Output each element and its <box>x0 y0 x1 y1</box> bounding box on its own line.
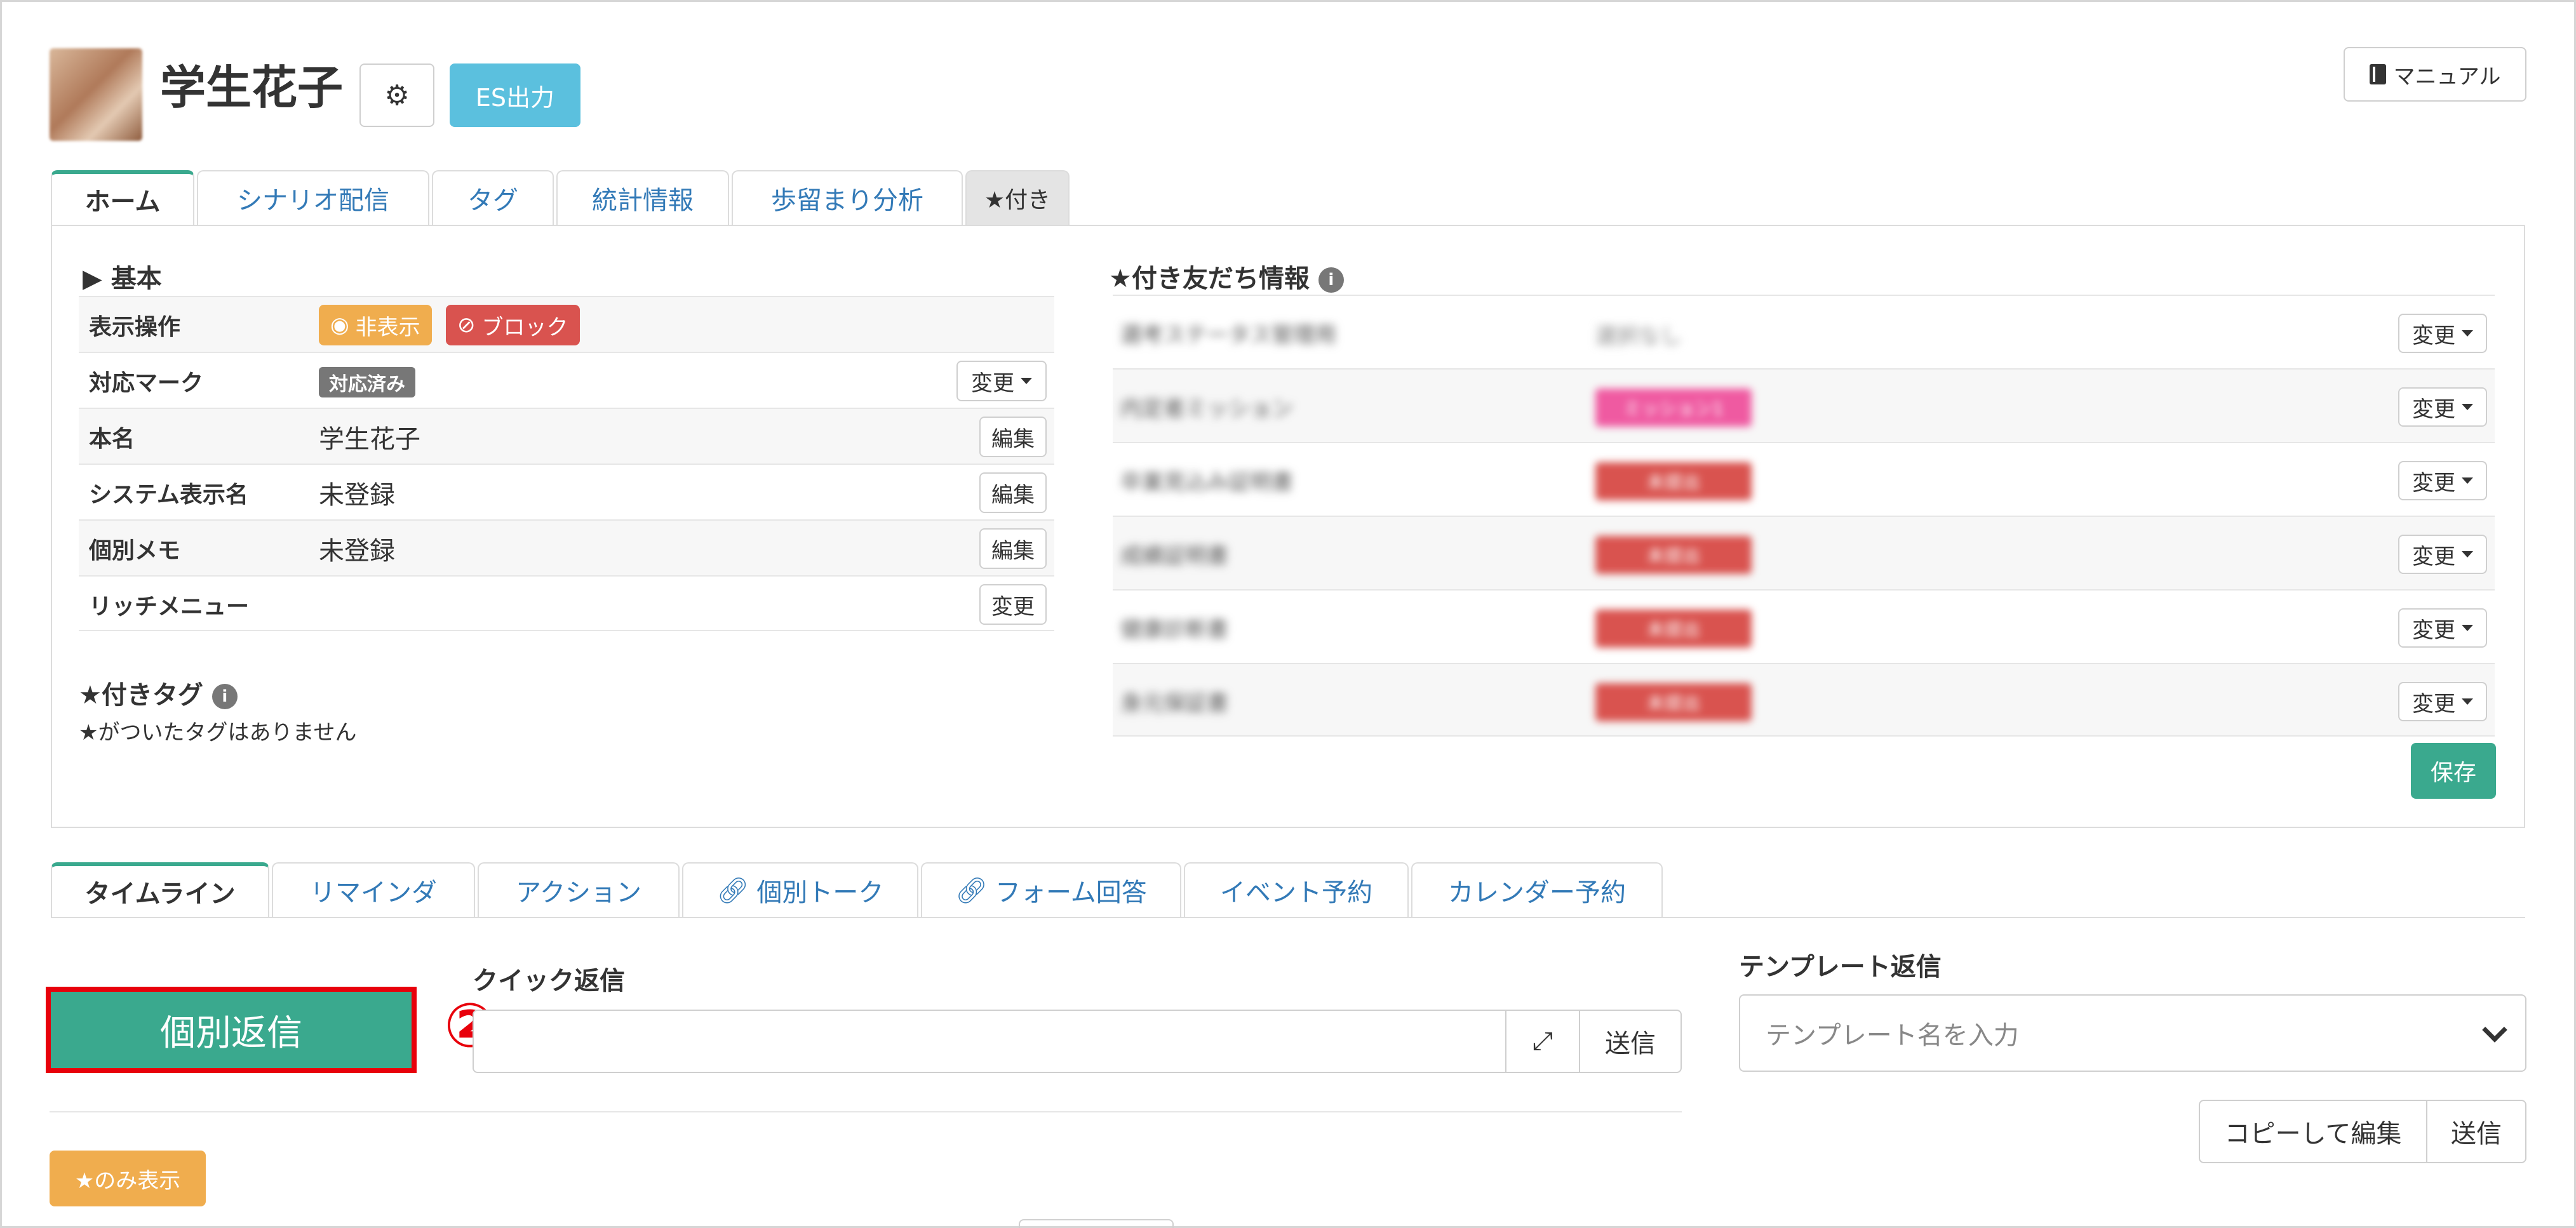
tab-home[interactable]: ホーム <box>51 170 194 225</box>
template-select[interactable]: テンプレート名を入力 <box>1739 994 2526 1072</box>
star-friend-info-title: ★付き友だち情報 i <box>1109 258 1344 295</box>
tab-stats[interactable]: 統計情報 <box>556 170 729 225</box>
star-only-toggle[interactable]: ★のみ表示 <box>50 1151 206 1206</box>
change-dropdown[interactable]: 変更 <box>2398 314 2487 353</box>
star-info-row: 選考ステータス管理用 選択なし 変更 <box>1113 295 2495 368</box>
tab-form-answers[interactable]: 🔗︎ フォーム回答 <box>921 862 1181 917</box>
quick-reply-input[interactable] <box>473 1010 1506 1073</box>
manual-button[interactable]: マニュアル <box>2344 47 2526 102</box>
star-info-row: 成績証明書 未提出 変更 <box>1113 516 2495 589</box>
edit-memo-button[interactable]: 編集 <box>979 528 1047 569</box>
row-label: システム表示名 <box>89 482 248 508</box>
tab-scenario[interactable]: シナリオ配信 <box>197 170 429 225</box>
template-reply-label: テンプレート返信 <box>1739 952 1942 982</box>
caret-down-icon <box>2462 551 2473 557</box>
tab-timeline[interactable]: タイムライン <box>51 862 269 917</box>
expand-button[interactable]: ⤢ <box>1505 1010 1580 1073</box>
template-send-button[interactable]: 送信 <box>2426 1100 2526 1163</box>
avatar <box>50 48 142 141</box>
tab-yield-analysis[interactable]: 歩留まり分析 <box>732 170 963 225</box>
star-info-row: 卒業見込み証明書 未提出 変更 <box>1113 442 2495 516</box>
caret-down-icon <box>1021 378 1032 384</box>
hide-button[interactable]: ◉ 非表示 <box>319 305 432 345</box>
caret-down-icon <box>2462 404 2473 410</box>
divider <box>50 1111 1682 1112</box>
ban-icon: ⊘ <box>457 312 476 338</box>
mark-change-dropdown[interactable]: 変更 <box>956 361 1047 401</box>
row-response-mark: 対応マーク 対応済み 変更 <box>79 352 1054 408</box>
expand-icon: ⤢ <box>1533 1027 1553 1056</box>
user-name: 学生花子 <box>160 61 344 114</box>
partial-button <box>1019 1219 1174 1228</box>
es-export-button[interactable]: ES出力 <box>450 63 580 127</box>
change-dropdown[interactable]: 変更 <box>2398 535 2487 574</box>
link-icon: 🔗︎ <box>955 876 988 905</box>
info-icon[interactable]: i <box>211 684 238 709</box>
manual-button-label: マニュアル <box>2393 63 2501 90</box>
change-dropdown[interactable]: 変更 <box>2398 461 2487 500</box>
change-dropdown[interactable]: 変更 <box>2398 608 2487 648</box>
tab-tags[interactable]: タグ <box>432 170 554 225</box>
book-icon <box>2369 64 2386 84</box>
edit-real-name-button[interactable]: 編集 <box>979 417 1047 457</box>
timeline-tab-bar: タイムライン リマインダ アクション 🔗︎ 個別トーク 🔗︎ フォーム回答 イベント… <box>51 862 1665 917</box>
change-dropdown[interactable]: 変更 <box>2398 387 2487 427</box>
tab-calendar-reservation[interactable]: カレンダー予約 <box>1411 862 1663 917</box>
copy-and-edit-button[interactable]: コピーして編集 <box>2199 1100 2427 1163</box>
caret-down-icon <box>2462 625 2473 631</box>
real-name-value: 学生花子 <box>319 425 420 454</box>
star-info-row: 内定者ミッション ミッション1 変更 <box>1113 368 2495 442</box>
row-label: 個別メモ <box>89 538 181 564</box>
star-tags-empty: ★がついたタグはありません <box>79 720 357 745</box>
row-real-name: 本名 学生花子 編集 <box>79 408 1054 464</box>
block-button[interactable]: ⊘ ブロック <box>446 305 580 345</box>
row-system-name: システム表示名 未登録 編集 <box>79 464 1054 519</box>
tab-starred[interactable]: ★付き <box>965 170 1070 225</box>
row-label: リッチメニュー <box>89 594 250 620</box>
top-tab-bar: ホーム シナリオ配信 タグ 統計情報 歩留まり分析 ★付き <box>51 170 1072 225</box>
caret-down-icon <box>2462 330 2473 337</box>
template-placeholder: テンプレート名を入力 <box>1766 1021 2019 1050</box>
row-label: 対応マーク <box>89 370 204 396</box>
change-dropdown[interactable]: 変更 <box>2398 682 2487 721</box>
gear-icon: ⚙ <box>384 79 410 112</box>
info-icon[interactable]: i <box>1318 267 1344 293</box>
eye-slash-icon: ◉ <box>330 312 349 338</box>
chevron-down-icon <box>2482 1017 2507 1043</box>
memo-value: 未登録 <box>319 537 395 566</box>
quick-reply-label: クイック返信 <box>473 966 625 996</box>
settings-button[interactable]: ⚙ <box>359 63 434 127</box>
star-tags-title: ★付きタグ i <box>79 674 238 711</box>
rich-menu-change-button[interactable]: 変更 <box>979 584 1047 625</box>
star-info-row: 健康診断書 未提出 変更 <box>1113 589 2495 663</box>
row-memo: 個別メモ 未登録 編集 <box>79 519 1054 575</box>
tab-individual-talk[interactable]: 🔗︎ 個別トーク <box>682 862 918 917</box>
tab-action[interactable]: アクション <box>478 862 680 917</box>
row-rich-menu: リッチメニュー 変更 <box>79 575 1054 631</box>
individual-reply-button[interactable]: 個別返信 <box>46 987 417 1073</box>
status-badge: 対応済み <box>319 367 415 397</box>
caret-down-icon <box>2462 698 2473 705</box>
quick-send-button[interactable]: 送信 <box>1579 1010 1682 1073</box>
row-label: 本名 <box>89 426 135 452</box>
star-info-row: 身元保証書 未提出 変更 <box>1113 663 2495 737</box>
row-label: 表示操作 <box>89 314 181 340</box>
save-button[interactable]: 保存 <box>2411 743 2496 799</box>
link-icon: 🔗︎ <box>716 876 749 905</box>
edit-system-name-button[interactable]: 編集 <box>979 472 1047 513</box>
caret-down-icon <box>2462 477 2473 484</box>
tab-event-reservation[interactable]: イベント予約 <box>1184 862 1409 917</box>
basic-section-title: ▶ 基本 <box>83 264 162 293</box>
tab-reminder[interactable]: リマインダ <box>272 862 475 917</box>
row-display-actions: 表示操作 ◉ 非表示 ⊘ ブロック <box>79 296 1054 352</box>
tab-divider <box>51 917 2525 918</box>
system-name-value: 未登録 <box>319 481 395 510</box>
